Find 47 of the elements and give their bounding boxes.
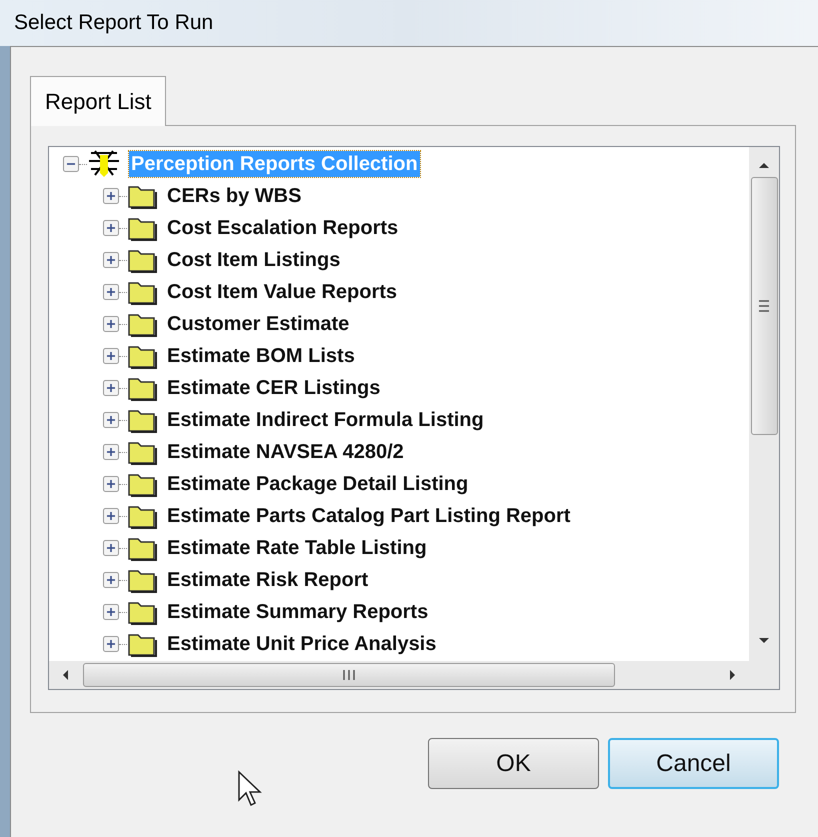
tree-item[interactable]: Cost Item Listings xyxy=(165,247,342,273)
dialog-button[interactable]: OK xyxy=(428,738,599,789)
tree-item[interactable]: Estimate Indirect Formula Listing xyxy=(165,407,486,433)
scroll-thumb[interactable] xyxy=(83,663,615,687)
scroll-up-icon[interactable] xyxy=(758,161,770,169)
expand-icon[interactable] xyxy=(103,188,119,204)
scroll-right-icon[interactable] xyxy=(729,669,737,681)
horizontal-scrollbar[interactable] xyxy=(49,661,779,689)
tab[interactable]: Report List xyxy=(30,76,166,126)
tree-item[interactable]: Estimate Rate Table Listing xyxy=(165,535,429,561)
expand-icon[interactable] xyxy=(103,412,119,428)
tree-item[interactable]: Estimate Unit Price Analysis xyxy=(165,631,438,657)
mouse-cursor-icon xyxy=(237,770,263,808)
grip-icon xyxy=(758,299,770,313)
expand-icon[interactable] xyxy=(103,508,119,524)
tree-item[interactable]: Cost Item Value Reports xyxy=(165,279,400,305)
expand-icon[interactable] xyxy=(103,284,119,300)
expand-icon[interactable] xyxy=(103,636,119,652)
window-title: Select Report To Run xyxy=(14,10,214,36)
tree-item[interactable]: Estimate Parts Catalog Part Listing Report xyxy=(165,503,572,529)
tree-item[interactable]: Estimate Summary Reports xyxy=(165,599,430,625)
tree-item[interactable]: Estimate Risk Report xyxy=(165,567,370,593)
grip-icon xyxy=(342,669,356,681)
expand-icon[interactable] xyxy=(103,252,119,268)
expand-icon[interactable] xyxy=(103,604,119,620)
tree-item[interactable]: Estimate CER Listings xyxy=(165,375,382,401)
expand-icon[interactable] xyxy=(103,348,119,364)
expand-icon[interactable] xyxy=(103,444,119,460)
expand-icon[interactable] xyxy=(103,476,119,492)
expand-icon[interactable] xyxy=(103,572,119,588)
scroll-thumb[interactable] xyxy=(750,177,778,435)
tree-item[interactable]: Cost Escalation Reports xyxy=(165,215,400,241)
expand-icon[interactable] xyxy=(103,220,119,236)
scroll-left-icon[interactable] xyxy=(61,669,69,681)
dialog-button[interactable]: Cancel xyxy=(608,738,779,789)
tree-item[interactable]: Estimate Package Detail Listing xyxy=(165,471,470,497)
scroll-down-icon[interactable] xyxy=(758,637,770,645)
expand-icon[interactable] xyxy=(103,380,119,396)
tree-item[interactable]: Customer Estimate xyxy=(165,311,352,337)
tree-item[interactable]: Estimate NAVSEA 4280/2 xyxy=(165,439,406,465)
tree-item[interactable]: CERs by WBS xyxy=(165,183,304,209)
expand-icon[interactable] xyxy=(103,540,119,556)
collection-icon xyxy=(87,149,121,179)
tree-item[interactable]: Estimate BOM Lists xyxy=(165,343,357,369)
vertical-scrollbar[interactable] xyxy=(749,147,779,661)
expand-icon[interactable] xyxy=(103,316,119,332)
collapse-icon[interactable] xyxy=(63,156,79,172)
